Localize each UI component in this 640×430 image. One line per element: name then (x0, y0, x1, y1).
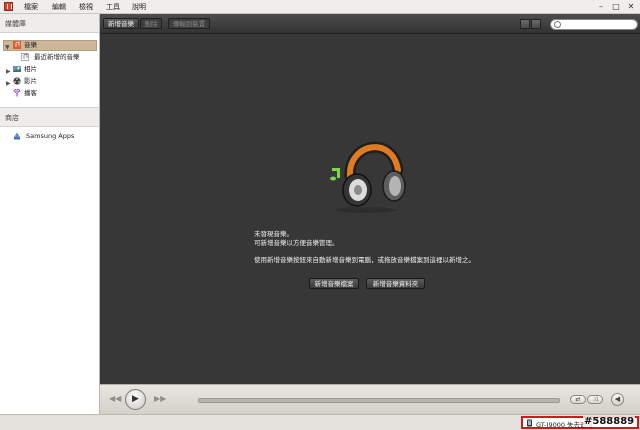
list-view-icon[interactable] (520, 19, 530, 29)
phone-icon (527, 419, 532, 427)
grid-view-icon[interactable] (531, 19, 541, 29)
sidebar: 媒體庫 ▼ 音樂 最近新增的音樂 ▶ 相片 ▶ 影片 播客 商店 Samsung… (0, 14, 100, 414)
music-note-icon (21, 53, 29, 61)
sidebar-item-label: Samsung Apps (26, 132, 75, 140)
samsung-apps-icon (13, 132, 21, 140)
status-bar: GT-I9000 失去連接 #588889 (0, 414, 640, 430)
sidebar-item-videos[interactable]: ▶ 影片 (3, 76, 97, 87)
add-music-folder-button[interactable]: 新增音樂資料夾 (366, 278, 425, 289)
sidebar-item-label: 相片 (24, 65, 37, 73)
sidebar-item-label: 音樂 (24, 41, 37, 49)
sidebar-item-samsung-apps[interactable]: Samsung Apps (3, 131, 97, 142)
music-icon (13, 41, 21, 49)
previous-track-icon[interactable]: ◀◀ (109, 394, 121, 403)
photo-icon (13, 65, 21, 73)
menu-help[interactable]: 說明 (132, 2, 146, 12)
repeat-icon[interactable]: ⇄ (570, 395, 586, 404)
library-header: 媒體庫 (0, 14, 99, 33)
watermark: #588889 (583, 416, 636, 427)
add-music-button[interactable]: 新增音樂 (103, 18, 139, 29)
headphones-illustration (330, 141, 406, 213)
search-box[interactable] (550, 19, 638, 30)
sidebar-item-photos[interactable]: ▶ 相片 (3, 64, 97, 75)
volume-icon[interactable]: ◀ (611, 393, 624, 406)
minimize-icon[interactable]: – (594, 2, 608, 11)
shuffle-icon[interactable]: ⤨ (587, 395, 603, 404)
transfer-to-device-button[interactable]: 傳輸到裝置 (168, 18, 210, 29)
menu-view[interactable]: 檢視 (79, 2, 93, 12)
search-input[interactable] (562, 20, 634, 29)
menu-file[interactable]: 檔案 (24, 2, 38, 12)
sidebar-item-label: 最近新增的音樂 (34, 53, 80, 61)
store-header: 商店 (0, 107, 99, 127)
search-icon (554, 21, 561, 28)
maximize-icon[interactable]: □ (609, 2, 623, 11)
video-icon (13, 77, 21, 85)
podcast-icon (13, 88, 21, 97)
sidebar-item-recent-music[interactable]: 最近新增的音樂 (3, 52, 97, 63)
sidebar-item-label: 播客 (24, 89, 37, 97)
close-icon[interactable]: ✕ (624, 2, 638, 11)
sidebar-item-podcasts[interactable]: 播客 (3, 88, 97, 99)
player-bar: ◀◀ ▶ ▶▶ ⇄ ⤨ ◀ (100, 384, 640, 415)
play-button[interactable]: ▶ (125, 389, 146, 410)
menu-bar: 檔案 編輯 檢視 工具 說明 – □ ✕ (0, 0, 640, 14)
menu-tools[interactable]: 工具 (106, 2, 120, 12)
app-logo-icon (4, 2, 13, 11)
empty-message-instructions: 使用新增音樂按鈕來自動新增音樂到電腦，或拖放音樂檔案到這裡以新增之。 (254, 256, 475, 264)
progress-bar[interactable] (198, 398, 560, 403)
menu-edit[interactable]: 編輯 (52, 2, 66, 12)
empty-message-subtitle: 可新增音樂以方便音樂管理。 (254, 239, 339, 247)
sidebar-item-music[interactable]: ▼ 音樂 (3, 40, 97, 51)
add-music-file-button[interactable]: 新增音樂檔案 (309, 278, 359, 289)
sidebar-item-label: 影片 (24, 77, 37, 85)
main-content: 新增音樂 刪除 傳輸到裝置 未發現音樂。 可新增音樂以方便音樂管理。 使用新增音… (100, 14, 640, 384)
toolbar: 新增音樂 刪除 傳輸到裝置 (100, 14, 640, 34)
next-track-icon[interactable]: ▶▶ (154, 394, 166, 403)
delete-button[interactable]: 刪除 (140, 18, 162, 29)
